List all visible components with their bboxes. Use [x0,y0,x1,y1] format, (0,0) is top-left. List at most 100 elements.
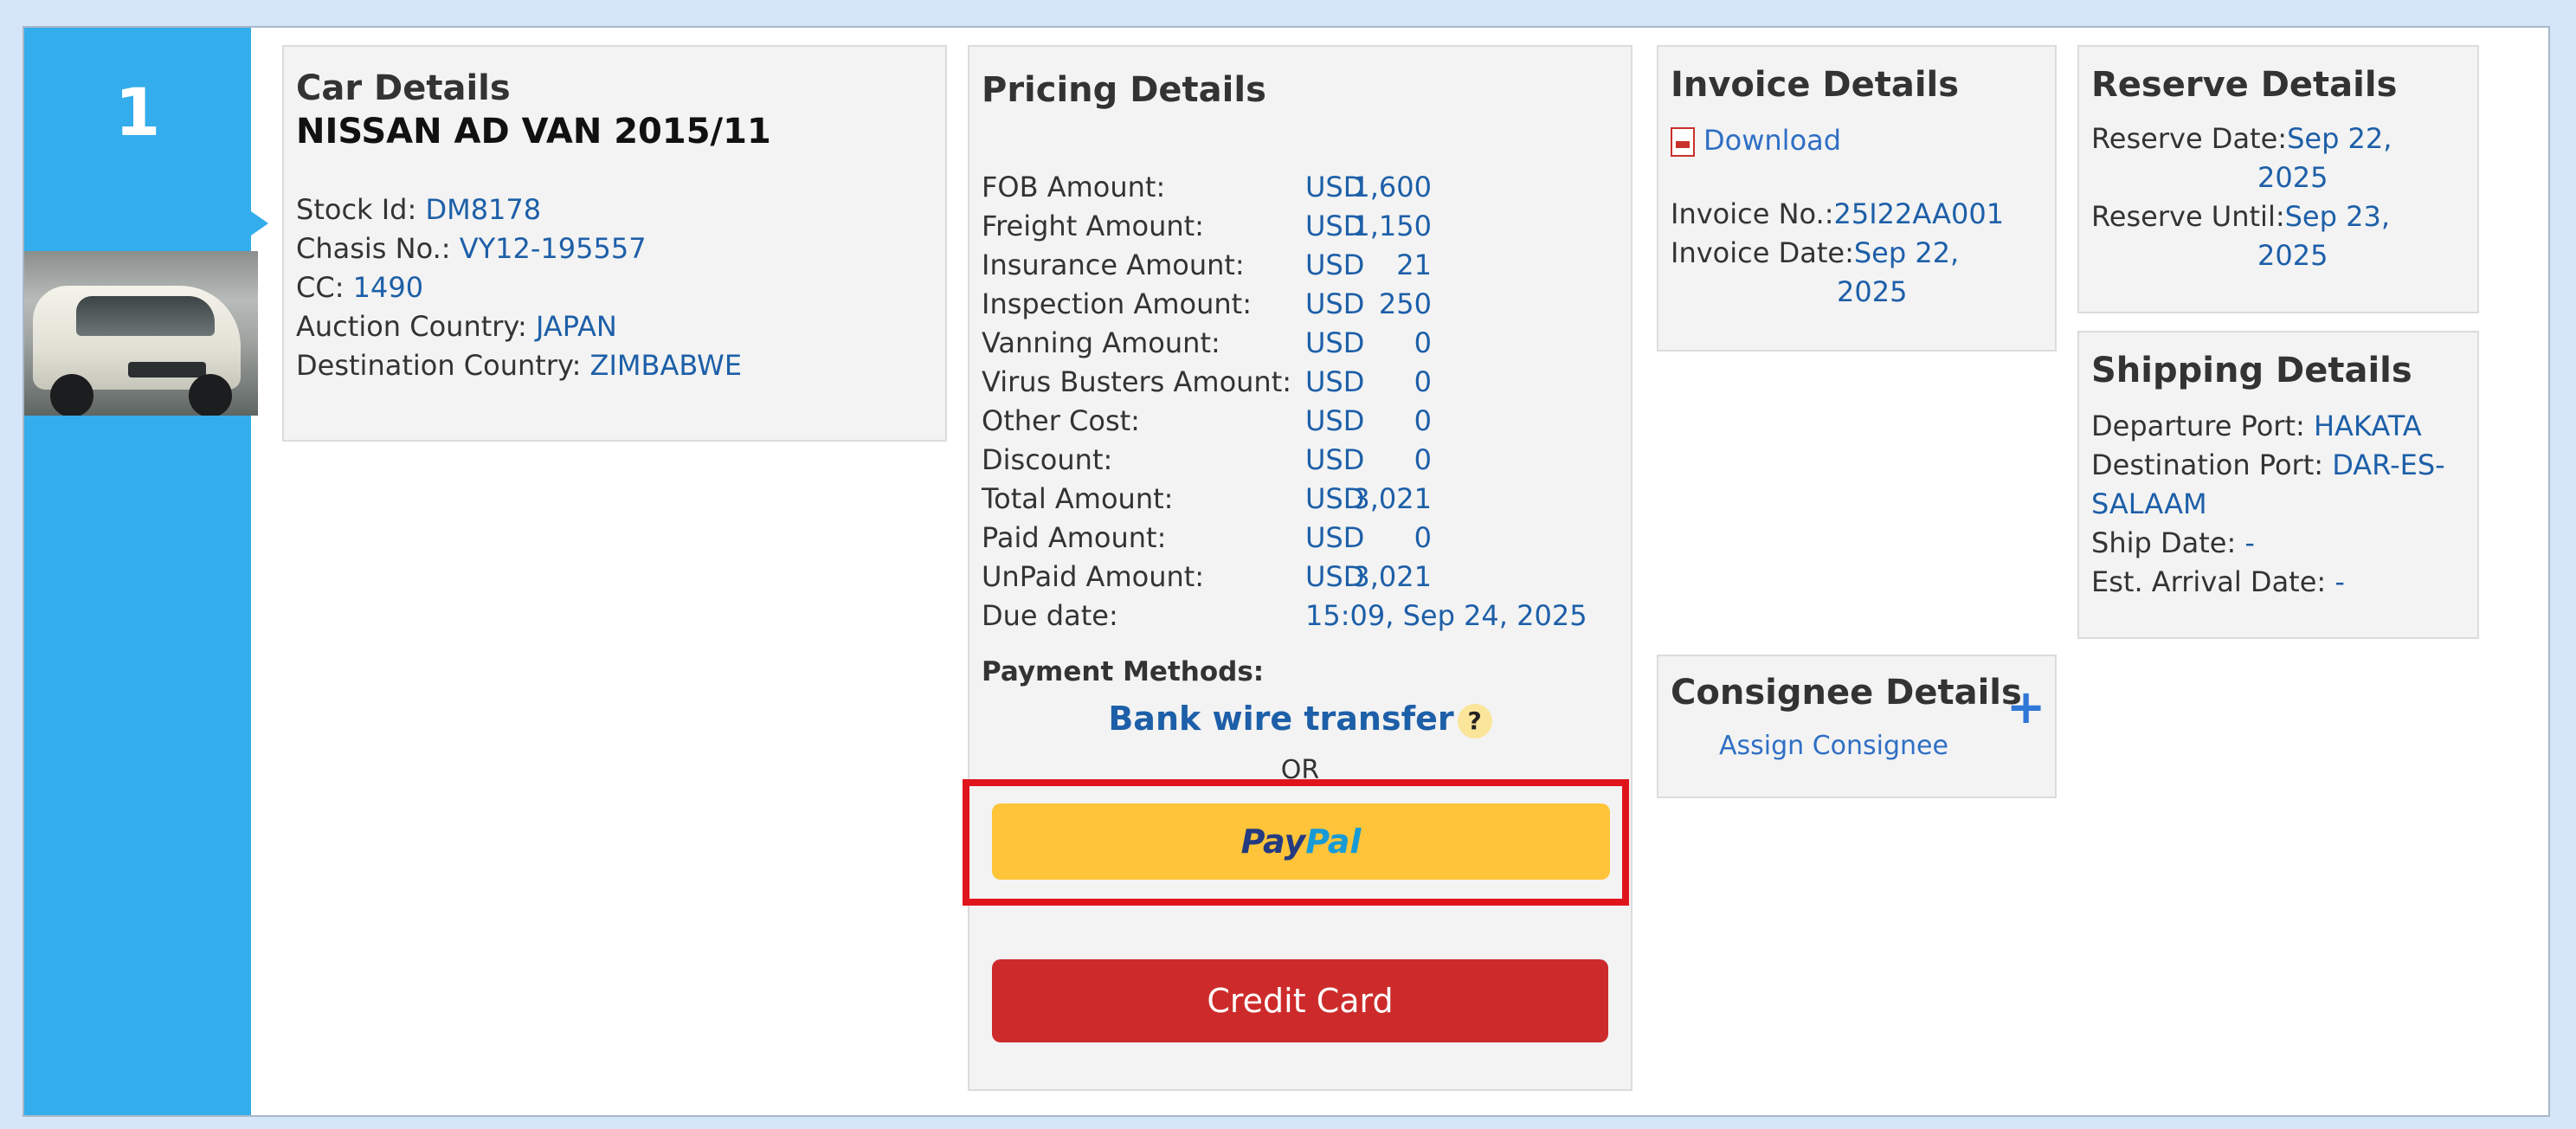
van-wheel-rear [189,374,232,416]
invoice-date-row: Invoice Date:Sep 22, [1671,234,2043,273]
row-number: 1 [114,74,161,151]
payment-methods-label: Payment Methods: [982,656,1265,687]
price-amount: 3,021 [1352,560,1432,593]
destination-port-cont: SALAAM [2091,485,2465,524]
consignee-details-title: Consignee Details [1671,673,2022,713]
price-amount: 250 [1378,287,1432,320]
reserve-until-cont: 2025 [2091,236,2465,275]
departure-port-row: Departure Port: HAKATA [2091,407,2465,446]
help-icon[interactable]: ? [1457,703,1492,739]
van-wheel-front [50,374,93,416]
car-name: NISSAN AD VAN 2015/11 [296,112,771,152]
price-amount: 21 [1396,248,1432,281]
price-amount: 0 [1414,365,1432,398]
shipping-details-panel: Shipping Details Departure Port: HAKATA … [2077,331,2479,639]
price-amount: 0 [1414,521,1432,554]
pricing-row: Insurance Amount: USD 21 [982,246,1622,285]
auction-country-row: Auction Country: JAPAN [296,307,933,346]
reserve-date-year: 2025 [2257,161,2328,194]
ship-date-value: - [2244,526,2255,559]
pricing-row: FOB Amount: USD 1,600 [982,168,1622,207]
invoice-date-value: Sep 22, [1853,236,1960,269]
arrival-date-row: Est. Arrival Date: - [2091,563,2465,602]
download-link[interactable]: Download [1703,124,1841,157]
stripe-pointer [251,211,268,235]
pricing-details-title: Pricing Details [982,70,1266,110]
cc-value: 1490 [352,271,424,304]
arrival-date-label: Est. Arrival Date: [2091,565,2327,598]
destination-port-label: Destination Port: [2091,448,2324,481]
chasis-value: VY12-195557 [459,232,647,265]
pricing-row: Virus Busters Amount: USD 0 [982,363,1622,402]
assign-consignee-link[interactable]: Assign Consignee [1671,731,2043,761]
reserve-until-value: Sep 23, [2284,200,2390,233]
bank-wire-row: Bank wire transfer? [969,700,1631,739]
price-amount: 0 [1414,443,1432,476]
pricing-row: Freight Amount: USD 1,150 [982,207,1622,246]
reserve-until-label: Reserve Until: [2091,200,2285,233]
pricing-details-panel: Pricing Details FOB Amount: USD 1,600 Frei… [968,45,1633,1091]
ship-date-label: Ship Date: [2091,526,2237,559]
shipping-details-title: Shipping Details [2091,351,2412,390]
price-label: Vanning Amount: [982,326,1220,359]
bank-wire-link[interactable]: Bank wire transfer [1108,700,1453,738]
pricing-row: Other Cost: USD 0 [982,402,1622,441]
pricing-row: Discount: USD 0 [982,441,1622,480]
price-amount: 1,600 [1352,171,1432,203]
departure-port-value: HAKATA [2313,410,2422,442]
reserve-date-label: Reserve Date: [2091,122,2288,155]
car-details-panel: Car Details NISSAN AD VAN 2015/11 Stock … [282,45,947,442]
departure-port-label: Departure Port: [2091,410,2305,442]
credit-card-button[interactable]: Credit Card [992,959,1608,1042]
reserve-date-cont: 2025 [2091,158,2465,197]
price-amount: 0 [1414,404,1432,437]
due-date-value: 15:09, Sep 24, 2025 [1305,599,1587,632]
invoice-date-row-cont: 2025 [1671,273,2043,312]
price-label: Insurance Amount: [982,248,1245,281]
invoice-no-value: 25I22AA001 [1833,197,2005,230]
price-label: FOB Amount: [982,171,1166,203]
price-label: Paid Amount: [982,521,1167,554]
invoice-date-label: Invoice Date: [1671,236,1854,269]
van-window-shape [76,296,215,336]
destination-country-value: ZIMBABWE [589,349,743,382]
row-number-stripe: 1 [24,28,251,1115]
pricing-row: Vanning Amount: USD 0 [982,324,1622,363]
consignee-details-panel: Consignee Details Assign Consignee [1657,655,2057,798]
reserve-date-row: Reserve Date:Sep 22, [2091,119,2465,158]
auction-country-label: Auction Country: [296,310,527,343]
chasis-label: Chasis No.: [296,232,451,265]
car-thumbnail[interactable] [24,251,258,416]
due-date-label: Due date: [982,599,1118,632]
cc-row: CC: 1490 [296,268,933,307]
price-label: Discount: [982,443,1113,476]
pdf-icon [1671,127,1695,157]
arrival-date-value: - [2334,565,2345,598]
plus-icon[interactable]: + [2006,684,2045,731]
reserve-date-value: Sep 22, [2287,122,2392,155]
price-amount: 0 [1414,326,1432,359]
reserve-until-row: Reserve Until:Sep 23, [2091,197,2465,236]
price-label: Inspection Amount: [982,287,1252,320]
price-amount: 1,150 [1352,210,1432,242]
price-label: UnPaid Amount: [982,560,1205,593]
ship-date-row: Ship Date: - [2091,524,2465,563]
reserve-until-year: 2025 [2257,239,2328,272]
destination-port-value: DAR-ES- [2332,448,2445,481]
van-grille-shape [128,362,206,377]
invoice-no-label: Invoice No.: [1671,197,1834,230]
price-label: Freight Amount: [982,210,1204,242]
price-label: Other Cost: [982,404,1140,437]
paypal-logo-pal: Pal [1305,823,1362,861]
invoice-details-title: Invoice Details [1671,65,1960,105]
pricing-table: FOB Amount: USD 1,600 Freight Amount: USD 1,… [982,168,1622,635]
auction-country-value: JAPAN [535,310,617,343]
download-row[interactable]: Download [1671,121,2043,160]
pricing-row: UnPaid Amount: USD 3,021 [982,558,1622,597]
stock-id-label: Stock Id: [296,193,417,226]
pricing-row: Inspection Amount: USD 250 [982,285,1622,324]
pricing-row: Total Amount: USD 3,021 [982,480,1622,519]
paypal-button[interactable]: PayPal [992,803,1610,880]
due-date-row: Due date: 15:09, Sep 24, 2025 [982,597,1622,635]
paypal-logo-pay: Pay [1240,823,1306,861]
